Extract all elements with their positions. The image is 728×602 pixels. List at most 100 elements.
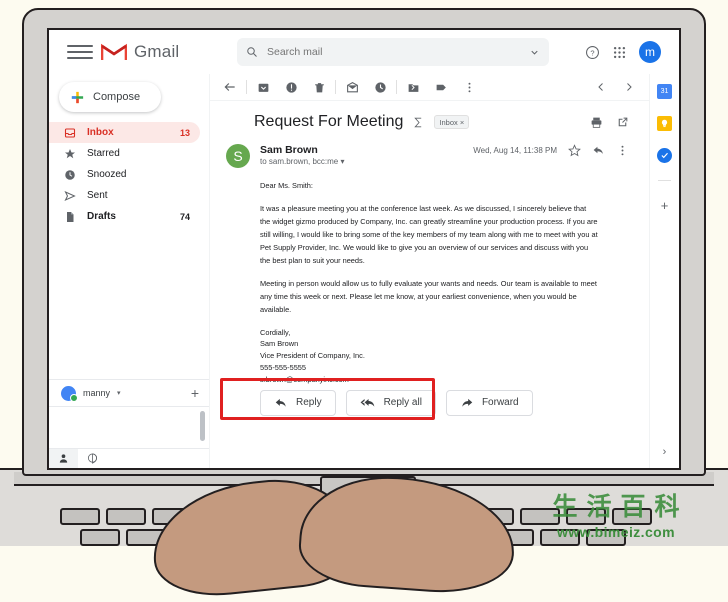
hangouts-icon[interactable] (78, 449, 107, 468)
signature-email: s.brown@companyinc.com (260, 374, 349, 384)
sender-row: S Sam Brown to sam.brown, bcc:me ▾ Wed, … (226, 137, 633, 168)
watermark-url: www.bimeiz.com (557, 523, 675, 540)
forward-button-label: Forward (481, 397, 519, 409)
archive-icon[interactable] (249, 75, 277, 99)
email-view: Request For Meeting Inbox × S Sam Brown … (209, 74, 649, 468)
sender-name: Sam Brown (260, 144, 318, 156)
gmail-logo-text: Gmail (134, 42, 180, 61)
sigma-icon (414, 117, 422, 127)
watermark: 生活百科 www.bimeiz.com (508, 484, 724, 542)
scrollbar[interactable] (200, 411, 205, 441)
reply-button-label: Reply (296, 397, 322, 409)
gmail-header: Gmail ? (49, 30, 679, 74)
reply-all-arrow-icon (360, 398, 374, 407)
send-icon (63, 189, 76, 202)
avatar[interactable]: m (639, 41, 661, 63)
right-side-panel: 31 + › (649, 74, 679, 468)
gmail-m-logo (101, 43, 127, 60)
hangouts-avatar (61, 385, 78, 402)
google-keep-icon[interactable] (657, 116, 672, 131)
divider (658, 180, 671, 181)
sender-avatar: S (226, 144, 250, 168)
page-title: Request For Meeting (254, 113, 404, 130)
report-spam-icon[interactable] (277, 75, 305, 99)
hamburger-icon[interactable] (67, 39, 93, 65)
pagination-controls (587, 75, 643, 99)
compose-button[interactable]: Compose (59, 82, 161, 112)
gmail-logo: Gmail (101, 42, 231, 62)
mark-unread-icon[interactable] (338, 75, 366, 99)
sidebar-item-count: 74 (179, 211, 190, 222)
email-content: Request For Meeting Inbox × S Sam Brown … (210, 101, 649, 468)
more-options-icon[interactable] (455, 75, 483, 99)
snooze-icon[interactable] (366, 75, 394, 99)
sidebar-item-label: Inbox (87, 127, 114, 138)
chevron-down-icon[interactable] (529, 47, 540, 58)
plus-icon[interactable]: + (191, 385, 199, 401)
sidebar-item-sent[interactable]: Sent (49, 185, 200, 206)
labels-icon[interactable] (427, 75, 455, 99)
star-icon (63, 147, 76, 160)
svg-text:?: ? (590, 48, 594, 57)
chevron-left-icon[interactable] (587, 75, 615, 99)
reply-button[interactable]: Reply (260, 389, 336, 416)
hangouts-panel: manny ▾ + (49, 379, 209, 468)
print-icon[interactable] (590, 116, 603, 129)
back-arrow-icon[interactable] (216, 75, 244, 99)
chevron-right-icon[interactable] (615, 75, 643, 99)
hangouts-list (49, 406, 209, 448)
delete-icon[interactable] (305, 75, 333, 99)
email-action-buttons: Reply Reply all Forward (220, 377, 633, 420)
laptop-illustration: Gmail ? (0, 0, 728, 602)
sidebar-item-drafts[interactable]: Drafts 74 (49, 206, 200, 227)
star-outline-icon[interactable] (568, 144, 581, 157)
laptop-screen: Gmail ? (47, 28, 681, 470)
sidebar-item-label: Starred (87, 148, 120, 159)
person-icon[interactable] (49, 449, 78, 468)
open-in-new-icon[interactable] (616, 116, 629, 129)
message-actions: Wed, Aug 14, 11:38 PM (473, 144, 633, 157)
label-chip-text: Inbox (439, 117, 458, 127)
plus-icon (71, 91, 84, 103)
signature-name: Sam Brown (260, 339, 299, 349)
google-calendar-icon[interactable]: 31 (657, 84, 672, 99)
reply-arrow-icon[interactable] (592, 144, 605, 157)
apps-grid-icon[interactable] (612, 45, 627, 60)
reply-arrow-icon (275, 398, 286, 407)
search-icon (247, 47, 257, 57)
more-vert-icon[interactable] (616, 144, 629, 157)
email-paragraph-2: Meeting in person would allow us to full… (260, 278, 597, 314)
sidebar-item-starred[interactable]: Starred (49, 143, 200, 164)
help-circle-icon[interactable]: ? (585, 45, 600, 60)
email-toolbar (210, 74, 649, 101)
forward-button[interactable]: Forward (445, 389, 533, 416)
move-to-icon[interactable] (399, 75, 427, 99)
calendar-day-number: 31 (660, 88, 669, 95)
chevron-right-icon[interactable]: › (663, 446, 667, 458)
reply-all-button[interactable]: Reply all (345, 389, 436, 416)
sidebar: Compose Inbox 13 Starred Snoozed Sent Dr… (49, 74, 209, 468)
chevron-down-icon[interactable]: ▾ (117, 389, 121, 397)
search-input[interactable] (267, 46, 529, 58)
subject-actions (590, 116, 633, 129)
hangouts-tabs (49, 448, 209, 468)
sidebar-item-label: Drafts (87, 211, 116, 222)
close-icon[interactable]: × (460, 118, 464, 127)
label-chip[interactable]: Inbox × (434, 115, 470, 129)
clock-icon (63, 168, 76, 181)
google-tasks-icon[interactable] (657, 148, 672, 163)
email-paragraph-1: It was a pleasure meeting you at the con… (260, 203, 598, 265)
sidebar-item-snoozed[interactable]: Snoozed (49, 164, 200, 185)
search-bar[interactable] (237, 38, 549, 66)
recipients[interactable]: to sam.brown, bcc:me ▾ (260, 157, 345, 166)
sign-off: Cordially, (260, 327, 291, 337)
subject-row: Request For Meeting Inbox × (226, 109, 633, 137)
forward-arrow-icon (462, 398, 473, 407)
sidebar-item-inbox[interactable]: Inbox 13 (49, 122, 200, 143)
plus-icon[interactable]: + (661, 198, 669, 213)
email-signature: Cordially, Sam Brown Vice President of C… (260, 327, 598, 386)
signature-title: Vice President of Company, Inc. (260, 351, 365, 361)
hangouts-user[interactable]: manny ▾ + (49, 380, 209, 406)
header-actions: ? m (585, 41, 671, 63)
reply-all-button-label: Reply all (383, 397, 422, 409)
